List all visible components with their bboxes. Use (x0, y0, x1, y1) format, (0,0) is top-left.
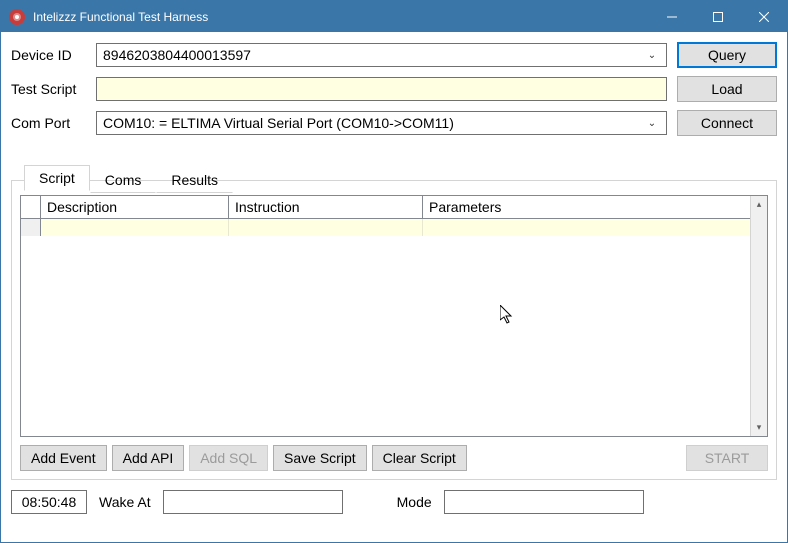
cell-parameters[interactable] (423, 219, 767, 236)
wake-at-input[interactable] (163, 490, 343, 514)
device-id-value: 8946203804400013597 (103, 47, 251, 63)
scroll-down-icon[interactable]: ▾ (751, 419, 767, 436)
clear-script-button[interactable]: Clear Script (372, 445, 467, 471)
chevron-down-icon: ⌄ (644, 118, 660, 129)
col-description[interactable]: Description (41, 196, 229, 218)
wake-at-label: Wake At (99, 494, 151, 510)
add-api-button[interactable]: Add API (112, 445, 185, 471)
status-bar: 08:50:48 Wake At Mode (1, 480, 787, 524)
clock-display: 08:50:48 (11, 490, 87, 514)
tab-coms[interactable]: Coms (90, 167, 157, 193)
test-script-input[interactable] (96, 77, 667, 101)
close-button[interactable] (741, 1, 787, 32)
test-script-label: Test Script (11, 81, 86, 97)
mode-label: Mode (397, 494, 432, 510)
tab-results[interactable]: Results (156, 167, 233, 193)
grid-body (21, 219, 767, 236)
close-icon (759, 12, 769, 22)
device-id-combo[interactable]: 8946203804400013597 ⌄ (96, 43, 667, 67)
com-port-combo[interactable]: COM10: = ELTIMA Virtual Serial Port (COM… (96, 111, 667, 135)
start-button: START (686, 445, 768, 471)
scrollbar-vertical[interactable]: ▴ ▾ (750, 196, 767, 436)
load-button[interactable]: Load (677, 76, 777, 102)
maximize-button[interactable] (695, 1, 741, 32)
connect-button[interactable]: Connect (677, 110, 777, 136)
grid-header: Description Instruction Parameters (21, 196, 767, 219)
cell-instruction[interactable] (229, 219, 423, 236)
table-row[interactable] (21, 219, 767, 236)
add-sql-button: Add SQL (189, 445, 268, 471)
save-script-button[interactable]: Save Script (273, 445, 367, 471)
tabs-panel: Script Coms Results Description Instruct… (11, 180, 777, 480)
cell-description[interactable] (41, 219, 229, 236)
add-event-button[interactable]: Add Event (20, 445, 107, 471)
col-parameters[interactable]: Parameters (423, 196, 767, 218)
grid-corner (21, 196, 41, 218)
com-port-value: COM10: = ELTIMA Virtual Serial Port (COM… (103, 115, 454, 131)
com-port-label: Com Port (11, 115, 86, 131)
mode-input[interactable] (444, 490, 644, 514)
app-icon (9, 9, 25, 25)
minimize-button[interactable] (649, 1, 695, 32)
script-grid[interactable]: Description Instruction Parameters ▴ ▾ (20, 195, 768, 437)
tab-script[interactable]: Script (24, 165, 90, 191)
col-instruction[interactable]: Instruction (229, 196, 423, 218)
row-header (21, 219, 41, 236)
device-id-label: Device ID (11, 47, 86, 63)
tabstrip: Script Coms Results (20, 165, 768, 191)
window-title: Intelizzz Functional Test Harness (33, 10, 649, 24)
query-button[interactable]: Query (677, 42, 777, 68)
maximize-icon (713, 12, 723, 22)
scroll-up-icon[interactable]: ▴ (751, 196, 767, 213)
minimize-icon (667, 12, 677, 22)
chevron-down-icon: ⌄ (644, 50, 660, 61)
titlebar[interactable]: Intelizzz Functional Test Harness (1, 1, 787, 32)
